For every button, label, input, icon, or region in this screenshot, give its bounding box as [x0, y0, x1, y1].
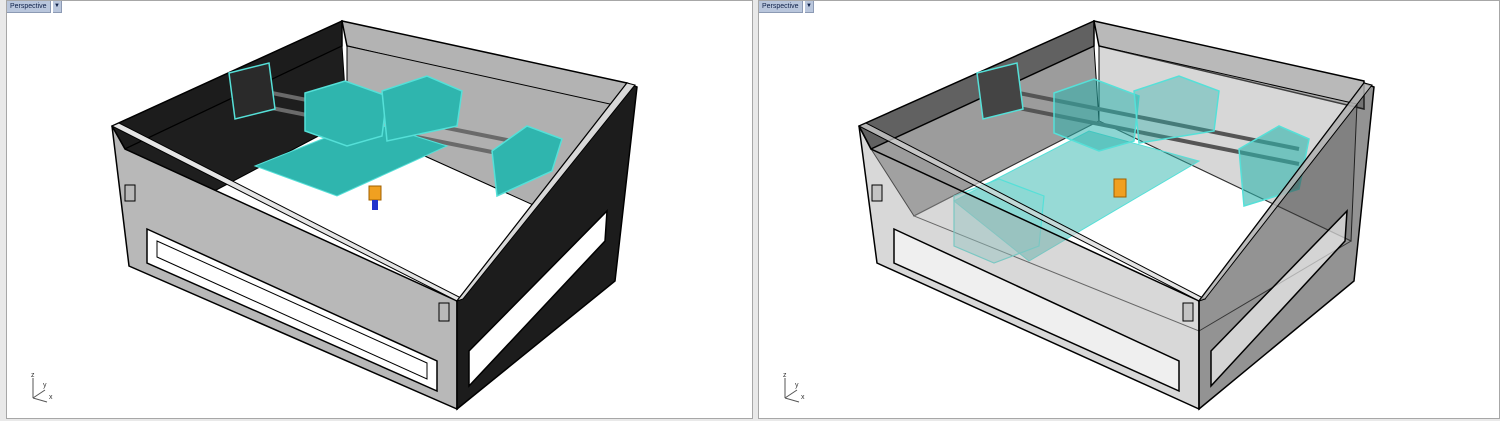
- axis-z-label: z: [783, 372, 787, 379]
- axis-x-label: x: [49, 394, 53, 401]
- model-scene[interactable]: [7, 1, 753, 419]
- axis-indicator: z y x: [779, 372, 807, 404]
- bracket-left: [976, 62, 1024, 120]
- viewport-title[interactable]: Perspective: [7, 1, 51, 13]
- axis-y-label: y: [43, 382, 47, 389]
- axis-x-label: x: [801, 394, 805, 401]
- viewport-title[interactable]: Perspective: [759, 1, 803, 13]
- dropdown-arrow-icon[interactable]: ▼: [805, 1, 814, 13]
- axis-y-label: y: [795, 382, 799, 389]
- joint-tab-left: [871, 184, 883, 202]
- viewport-perspective-shaded[interactable]: Perspective ▼ z y x: [6, 0, 753, 419]
- nozzle-tip: [372, 200, 378, 210]
- carriage-arm: [1133, 75, 1220, 144]
- bracket-left: [228, 62, 276, 120]
- joint-tab-right: [438, 302, 450, 322]
- axis-z-label: z: [31, 372, 35, 379]
- rhino-workspace: Perspective ▼ z y x Perspective ▼ z y x: [0, 0, 1500, 421]
- nozzle-orange: [1113, 178, 1127, 198]
- joint-tab-left: [124, 184, 136, 202]
- viewport-perspective-ghosted[interactable]: Perspective ▼ z y x: [758, 0, 1500, 419]
- joint-tab-right: [1182, 302, 1194, 322]
- dropdown-arrow-icon[interactable]: ▼: [53, 1, 62, 13]
- model-scene[interactable]: [759, 1, 1500, 419]
- axis-indicator: z y x: [27, 372, 55, 404]
- nozzle-orange: [368, 185, 382, 201]
